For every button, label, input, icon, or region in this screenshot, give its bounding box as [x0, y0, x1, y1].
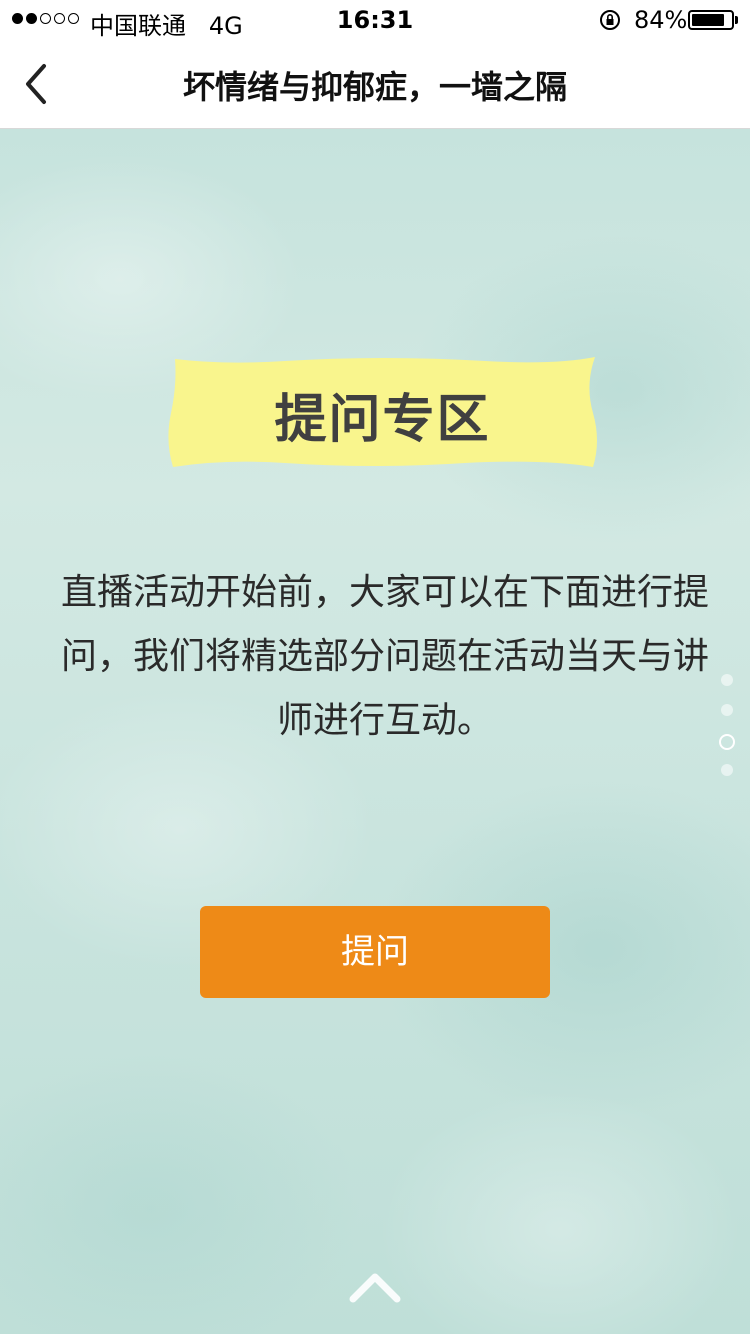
page-dot[interactable]: [721, 704, 733, 716]
battery-fill: [692, 14, 724, 26]
page-dot[interactable]: [721, 764, 733, 776]
ask-question-button[interactable]: 提问: [200, 906, 550, 998]
back-button[interactable]: [14, 58, 62, 110]
battery-icon: [688, 10, 734, 30]
section-banner: 提问专区: [165, 355, 600, 469]
battery-cap: [735, 16, 738, 24]
page-dot[interactable]: [721, 674, 733, 686]
page-title: 坏情绪与抑郁症，一墙之隔: [182, 68, 567, 106]
rotation-lock-icon: [600, 10, 620, 30]
battery-percentage: 84%: [634, 6, 688, 34]
intro-text: 直播活动开始前，大家可以在下面进行提问，我们将精选部分问题在活动当天与讲师进行互…: [60, 572, 709, 741]
chevron-up-icon[interactable]: [345, 1269, 405, 1305]
status-bar: 中国联通 4G 16:31 84%: [0, 0, 750, 40]
page-dot-active[interactable]: [719, 734, 735, 750]
chevron-left-icon: [26, 64, 46, 104]
navigation-bar: 坏情绪与抑郁症，一墙之隔: [0, 40, 750, 129]
section-title: 提问专区: [274, 390, 491, 450]
question-zone-panel: 提问专区 直播活动开始前，大家可以在下面进行提问，我们将精选部分问题在活动当天与…: [0, 129, 750, 1334]
